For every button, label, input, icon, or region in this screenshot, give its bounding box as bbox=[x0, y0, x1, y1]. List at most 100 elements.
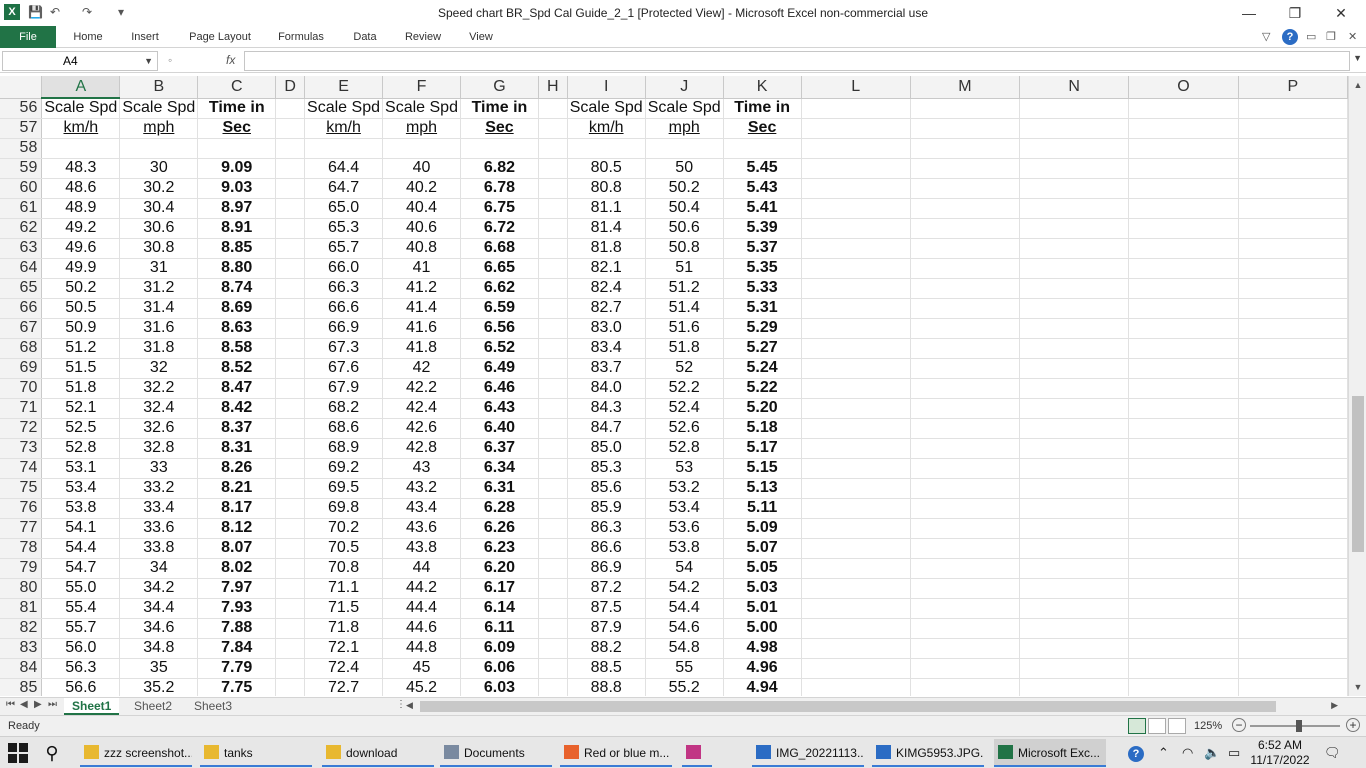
cell[interactable]: 40.6 bbox=[382, 218, 461, 239]
cell[interactable] bbox=[538, 418, 568, 439]
cell[interactable]: 35.2 bbox=[119, 678, 199, 696]
zoom-knob[interactable] bbox=[1296, 720, 1302, 732]
column-header-n[interactable]: N bbox=[1019, 76, 1130, 99]
cell[interactable] bbox=[275, 218, 306, 239]
cell[interactable] bbox=[1238, 498, 1348, 519]
row-header[interactable]: 66 bbox=[0, 298, 43, 319]
cell[interactable]: 80.5 bbox=[567, 158, 646, 179]
cell[interactable]: 43.4 bbox=[382, 498, 461, 519]
cell[interactable] bbox=[382, 138, 461, 159]
cell[interactable]: 51.2 bbox=[41, 338, 121, 359]
cell[interactable]: 65.7 bbox=[304, 238, 384, 259]
horizontal-scrollbar[interactable]: ◀ ▶ bbox=[404, 700, 1340, 713]
search-icon[interactable]: ⚲ bbox=[40, 741, 64, 765]
cell[interactable] bbox=[723, 138, 802, 159]
cell[interactable] bbox=[538, 338, 568, 359]
cell[interactable]: 5.00 bbox=[723, 618, 802, 639]
cell[interactable]: 51.2 bbox=[645, 278, 724, 299]
battery-icon[interactable]: ▭ bbox=[1228, 737, 1240, 768]
cell[interactable] bbox=[275, 298, 306, 319]
cell[interactable]: 6.62 bbox=[460, 278, 539, 299]
cell[interactable] bbox=[801, 678, 911, 696]
cell[interactable]: 7.97 bbox=[197, 578, 277, 599]
cell[interactable] bbox=[538, 278, 568, 299]
cell[interactable]: Scale Spd bbox=[304, 98, 384, 119]
cell[interactable]: 7.79 bbox=[197, 658, 277, 679]
cell[interactable] bbox=[1128, 678, 1239, 696]
cell[interactable]: 55.7 bbox=[41, 618, 121, 639]
cell[interactable]: 52.8 bbox=[645, 438, 724, 459]
cell[interactable]: 5.07 bbox=[723, 538, 802, 559]
cell[interactable]: km/h bbox=[567, 118, 646, 139]
cell[interactable] bbox=[910, 498, 1021, 519]
cell[interactable] bbox=[1238, 98, 1348, 119]
cell[interactable] bbox=[1019, 658, 1130, 679]
cell[interactable] bbox=[538, 578, 568, 599]
cell[interactable]: 86.3 bbox=[567, 518, 646, 539]
cell[interactable]: 84.7 bbox=[567, 418, 646, 439]
row-header[interactable]: 73 bbox=[0, 438, 43, 459]
cell[interactable] bbox=[910, 198, 1021, 219]
cell[interactable] bbox=[801, 578, 911, 599]
cell[interactable]: 42.4 bbox=[382, 398, 461, 419]
cell[interactable]: 8.21 bbox=[197, 478, 277, 499]
cell[interactable] bbox=[538, 298, 568, 319]
cell[interactable] bbox=[275, 598, 306, 619]
cell[interactable] bbox=[538, 138, 568, 159]
cell[interactable]: 43 bbox=[382, 458, 461, 479]
cell[interactable]: Sec bbox=[197, 118, 277, 139]
cell[interactable]: Scale Spd bbox=[567, 98, 646, 119]
cell[interactable] bbox=[1019, 458, 1130, 479]
cell[interactable]: 44 bbox=[382, 558, 461, 579]
cell[interactable]: 64.4 bbox=[304, 158, 384, 179]
cell[interactable] bbox=[910, 538, 1021, 559]
cell[interactable]: 4.94 bbox=[723, 678, 802, 696]
row-header[interactable]: 62 bbox=[0, 218, 43, 239]
cell[interactable] bbox=[801, 538, 911, 559]
cell[interactable] bbox=[1238, 278, 1348, 299]
cell[interactable]: 82.4 bbox=[567, 278, 646, 299]
cell[interactable] bbox=[275, 578, 306, 599]
cell[interactable]: 5.09 bbox=[723, 518, 802, 539]
cell[interactable] bbox=[1128, 638, 1239, 659]
cell[interactable] bbox=[801, 98, 911, 119]
cell[interactable] bbox=[801, 258, 911, 279]
cell[interactable]: 52.6 bbox=[645, 418, 724, 439]
cell[interactable]: 6.59 bbox=[460, 298, 539, 319]
column-header-b[interactable]: B bbox=[119, 76, 199, 99]
cell[interactable]: 30 bbox=[119, 158, 199, 179]
cell[interactable] bbox=[801, 458, 911, 479]
cell[interactable] bbox=[910, 598, 1021, 619]
cell[interactable] bbox=[1128, 398, 1239, 419]
cell[interactable]: 48.9 bbox=[41, 198, 121, 219]
cell[interactable]: 41.8 bbox=[382, 338, 461, 359]
cell[interactable]: 6.14 bbox=[460, 598, 539, 619]
taskbar-clock[interactable]: 6:52 AM 11/17/2022 bbox=[1246, 738, 1314, 768]
cell[interactable]: 84.3 bbox=[567, 398, 646, 419]
cell[interactable]: 43.8 bbox=[382, 538, 461, 559]
cell[interactable] bbox=[1019, 558, 1130, 579]
cell[interactable] bbox=[910, 478, 1021, 499]
cell[interactable]: 30.6 bbox=[119, 218, 199, 239]
select-all-corner[interactable] bbox=[0, 76, 43, 99]
cell[interactable]: 45.2 bbox=[382, 678, 461, 696]
row-header[interactable]: 60 bbox=[0, 178, 43, 199]
cell[interactable]: 87.2 bbox=[567, 578, 646, 599]
cell[interactable] bbox=[910, 618, 1021, 639]
cell[interactable]: 4.98 bbox=[723, 638, 802, 659]
cell[interactable]: 51 bbox=[645, 258, 724, 279]
cell[interactable]: 88.5 bbox=[567, 658, 646, 679]
cell[interactable]: 52.8 bbox=[41, 438, 121, 459]
close-button[interactable]: ✕ bbox=[1318, 0, 1364, 26]
cell[interactable]: 84.0 bbox=[567, 378, 646, 399]
cell[interactable]: 65.3 bbox=[304, 218, 384, 239]
cell[interactable] bbox=[538, 638, 568, 659]
cell[interactable]: Scale Spd bbox=[119, 98, 199, 119]
cell[interactable] bbox=[1128, 338, 1239, 359]
cell[interactable] bbox=[538, 198, 568, 219]
cell[interactable] bbox=[275, 398, 306, 419]
cell[interactable] bbox=[538, 178, 568, 199]
cell[interactable]: 5.05 bbox=[723, 558, 802, 579]
sheet-tab-sheet3[interactable]: Sheet3 bbox=[186, 698, 240, 715]
cell[interactable]: 71.1 bbox=[304, 578, 384, 599]
